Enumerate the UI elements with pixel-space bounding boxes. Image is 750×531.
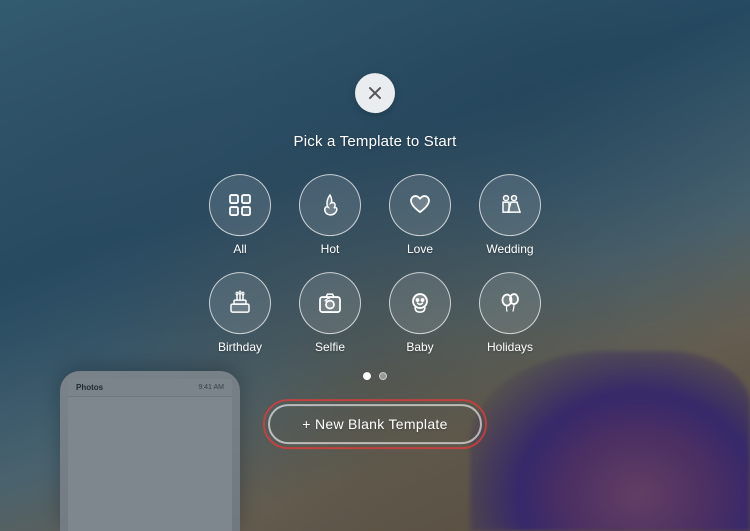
template-item-love[interactable]: Love — [389, 174, 451, 256]
template-picker-modal: Pick a Template to Start All — [209, 73, 541, 444]
template-circle-wedding — [479, 174, 541, 236]
wedding-icon — [497, 192, 523, 218]
close-icon — [367, 85, 383, 101]
template-circle-selfie — [299, 272, 361, 334]
template-circle-baby — [389, 272, 451, 334]
template-label-all: All — [233, 242, 246, 256]
dot-2[interactable] — [379, 372, 387, 380]
template-circle-hot — [299, 174, 361, 236]
pagination-dots — [363, 372, 387, 380]
camera-icon — [317, 290, 343, 316]
template-label-holidays: Holidays — [487, 340, 533, 354]
close-button[interactable] — [355, 73, 395, 113]
template-label-selfie: Selfie — [315, 340, 345, 354]
template-item-hot[interactable]: Hot — [299, 174, 361, 256]
template-grid: All Hot Love — [209, 174, 541, 354]
template-item-all[interactable]: All — [209, 174, 271, 256]
modal-title: Pick a Template to Start — [294, 133, 457, 150]
new-blank-template-button[interactable]: + New Blank Template — [268, 404, 481, 444]
template-item-birthday[interactable]: Birthday — [209, 272, 271, 354]
template-item-holidays[interactable]: Holidays — [479, 272, 541, 354]
template-item-baby[interactable]: Baby — [389, 272, 451, 354]
dot-1[interactable] — [363, 372, 371, 380]
template-item-selfie[interactable]: Selfie — [299, 272, 361, 354]
template-circle-all — [209, 174, 271, 236]
template-circle-birthday — [209, 272, 271, 334]
template-label-wedding: Wedding — [486, 242, 533, 256]
balloons-icon — [497, 290, 523, 316]
baby-icon — [407, 290, 433, 316]
template-label-hot: Hot — [321, 242, 340, 256]
flame-icon — [317, 192, 343, 218]
template-label-birthday: Birthday — [218, 340, 262, 354]
template-label-baby: Baby — [406, 340, 433, 354]
template-circle-love — [389, 174, 451, 236]
template-label-love: Love — [407, 242, 433, 256]
template-row-2: Birthday Selfie — [209, 272, 541, 354]
grid-icon — [227, 192, 253, 218]
heart-icon — [407, 192, 433, 218]
template-circle-holidays — [479, 272, 541, 334]
template-row-1: All Hot Love — [209, 174, 541, 256]
template-item-wedding[interactable]: Wedding — [479, 174, 541, 256]
birthday-icon — [227, 290, 253, 316]
